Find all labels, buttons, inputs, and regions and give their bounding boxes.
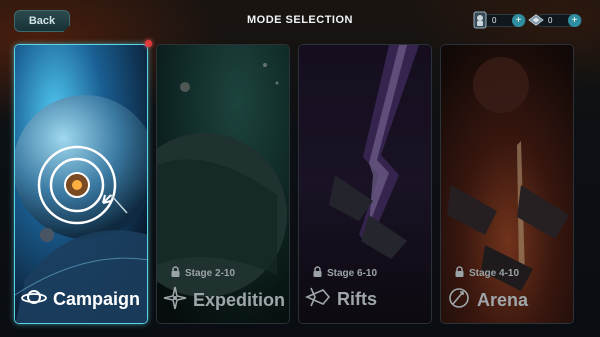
locked-overlay (299, 45, 431, 323)
mode-card-expedition[interactable]: Stage 2-10 Expedition (156, 44, 290, 324)
arena-shield-icon (447, 286, 471, 315)
locked-overlay (441, 45, 573, 323)
stage-requirement-text: Stage 2-10 (185, 267, 236, 279)
mode-card-campaign[interactable]: Campaign (14, 44, 148, 324)
add-currency-button[interactable]: + (512, 14, 525, 27)
mode-name: Rifts (337, 289, 377, 309)
mode-card-arena[interactable]: Stage 4-10 Arena (440, 44, 574, 324)
compass-star-icon (163, 286, 187, 315)
planet-ring-icon (21, 286, 47, 313)
currency-value: 0 (548, 15, 553, 25)
mode-card-list: Campaign Stage 2-10 Expedition Stage 6-1… (14, 44, 600, 324)
stage-requirement-text: Stage 4-10 (469, 267, 520, 279)
lock-icon (313, 266, 322, 280)
lock-icon (455, 266, 464, 280)
stage-requirement-text: Stage 6-10 (327, 267, 378, 279)
campaign-artwork (15, 45, 147, 323)
mode-name: Expedition (193, 290, 286, 310)
mode-name-row: Campaign (21, 286, 140, 313)
mode-name: Campaign (53, 289, 141, 309)
currency-value: 0 (492, 15, 497, 25)
stage-requirement: Stage 2-10 (171, 266, 235, 280)
mode-name-row: Expedition (163, 286, 285, 315)
add-currency-button[interactable]: + (568, 14, 581, 27)
starship-icon (528, 11, 544, 29)
mode-name: Arena (477, 290, 529, 310)
notification-dot (145, 40, 152, 47)
rift-ship-icon (305, 286, 331, 313)
lock-icon (171, 266, 180, 280)
stage-requirement: Stage 4-10 (455, 266, 519, 280)
locked-overlay (157, 45, 289, 323)
currency-soldiers: 0 + (472, 11, 526, 29)
stage-requirement: Stage 6-10 (313, 266, 377, 280)
mode-name-row: Arena (447, 286, 528, 315)
mode-name-row: Rifts (305, 286, 377, 313)
currency-ships: 0 + (528, 11, 582, 29)
soldier-card-icon (472, 11, 488, 29)
mode-card-rifts[interactable]: Stage 6-10 Rifts (298, 44, 432, 324)
